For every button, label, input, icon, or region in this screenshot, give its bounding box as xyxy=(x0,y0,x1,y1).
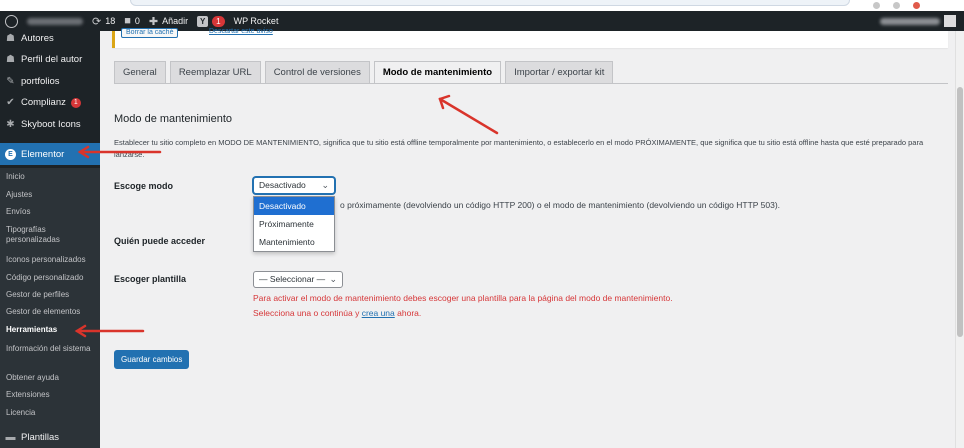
mode-select[interactable]: Desactivado ⌄ xyxy=(253,177,335,194)
tabs-divider xyxy=(114,83,948,84)
submenu-item-tipografias[interactable]: Tipografías personalizadas xyxy=(6,225,98,245)
updates-count: 18 xyxy=(105,16,116,26)
sidebar-item-label: Autores xyxy=(21,33,54,44)
sidebar-item-portfolios[interactable]: ✎ portfolios xyxy=(0,76,100,87)
template-select[interactable]: — Seleccionar — ⌄ xyxy=(253,271,343,288)
template-error-line1: Para activar el modo de mantenimiento de… xyxy=(253,293,673,303)
error-text: ahora. xyxy=(394,308,422,318)
comment-icon: ■ xyxy=(124,15,131,27)
create-template-link[interactable]: crea una xyxy=(362,308,395,318)
yoast-icon: Y xyxy=(197,15,209,27)
mode-help-text: o próximamente (devolviendo un código HT… xyxy=(340,200,781,210)
yoast-badge: 1 xyxy=(212,15,225,27)
elementor-submenu: Inicio Ajustes Envíos Tipografías person… xyxy=(0,168,100,448)
sidebar-item-plantillas[interactable]: ▬ Plantillas xyxy=(0,432,100,443)
wordpress-icon xyxy=(5,14,18,28)
add-new-label: Añadir xyxy=(162,16,189,26)
save-changes-button[interactable]: Guardar cambios xyxy=(114,350,190,369)
main-content: Borrar la caché Descartar este aviso Gen… xyxy=(100,28,955,448)
mode-option-proximamente[interactable]: Próximamente xyxy=(254,215,334,233)
submenu-item-iconos[interactable]: Iconos personalizados xyxy=(6,255,98,265)
mode-option-mantenimiento[interactable]: Mantenimiento xyxy=(254,233,334,251)
chevron-down-icon: ⌄ xyxy=(321,180,329,190)
section-description: Establecer tu sitio completo en MODO DE … xyxy=(114,138,924,159)
site-name-blurred xyxy=(27,17,83,25)
dismiss-notice-link[interactable]: Descartar este aviso xyxy=(209,28,273,35)
sidebar-item-autores[interactable]: ☗ Autores xyxy=(0,33,100,44)
users-icon: ☗ xyxy=(6,54,15,65)
sidebar-item-perfil-autor[interactable]: ☗ Perfil del autor xyxy=(0,54,100,65)
clear-cache-button[interactable]: Borrar la caché xyxy=(121,28,179,38)
settings-tabs: General Reemplazar URL Control de versio… xyxy=(114,61,614,84)
submenu-item-herramientas[interactable]: Herramientas xyxy=(6,325,98,335)
access-label: Quién puede acceder xyxy=(114,236,206,246)
sidebar-item-label: portfolios xyxy=(21,76,60,87)
submenu-item-licencia[interactable]: Licencia xyxy=(6,408,98,418)
sidebar-item-label: Perfil del autor xyxy=(21,54,83,65)
submenu-item-gestor-elementos[interactable]: Gestor de elementos xyxy=(6,307,98,317)
address-bar[interactable] xyxy=(130,0,850,6)
browser-icon[interactable] xyxy=(913,2,920,9)
section-title: Modo de mantenimiento xyxy=(114,113,233,125)
mode-dropdown: Desactivado Próximamente Mantenimiento xyxy=(253,196,335,252)
admin-sidebar: ☗ Autores ☗ Perfil del autor ✎ portfolios ✔… xyxy=(0,31,100,448)
user-menu[interactable] xyxy=(880,15,956,27)
submenu-item-envios[interactable]: Envíos xyxy=(6,207,98,217)
submenu-item-codigo[interactable]: Código personalizado xyxy=(6,273,98,283)
elementor-icon: E xyxy=(5,148,16,160)
error-text: Selecciona una o continúa y xyxy=(253,308,362,318)
chevron-down-icon: ⌄ xyxy=(329,274,337,284)
template-select-value: — Seleccionar — xyxy=(259,274,326,284)
tab-importar-exportar[interactable]: Importar / exportar kit xyxy=(505,61,614,84)
avatar xyxy=(944,15,956,27)
folder-icon: ▬ xyxy=(5,432,16,443)
sidebar-item-label: Complianz xyxy=(21,97,66,108)
mode-select-value: Desactivado xyxy=(259,180,306,190)
submenu-item-ayuda[interactable]: Obtener ayuda xyxy=(6,373,98,383)
mode-label: Escoge modo xyxy=(114,181,174,191)
wp-rocket-label: WP Rocket xyxy=(233,16,279,26)
cache-notice: Borrar la caché Descartar este aviso xyxy=(112,28,948,48)
browser-icon[interactable] xyxy=(893,2,900,9)
site-name-menu[interactable] xyxy=(27,11,83,31)
submenu-item-inicio[interactable]: Inicio xyxy=(6,172,98,182)
template-label: Escoger plantilla xyxy=(114,274,187,284)
sidebar-item-elementor[interactable]: E Elementor xyxy=(0,143,100,165)
tab-reemplazar-url[interactable]: Reemplazar URL xyxy=(169,61,261,84)
sidebar-item-skyboot[interactable]: ✱ Skyboot Icons xyxy=(0,119,100,130)
sidebar-item-label: Plantillas xyxy=(21,432,60,443)
users-icon: ☗ xyxy=(6,33,15,44)
submenu-item-informacion[interactable]: Información del sistema xyxy=(6,344,98,354)
check-icon: ✔ xyxy=(6,97,15,108)
sidebar-item-complianz[interactable]: ✔ Complianz 1 xyxy=(0,97,100,108)
template-error-line2: Selecciona una o continúa y crea una aho… xyxy=(253,308,421,318)
wp-logo-menu[interactable] xyxy=(0,11,18,31)
browser-top-strip xyxy=(0,0,964,11)
pin-icon: ✎ xyxy=(6,76,15,87)
tab-control-versiones[interactable]: Control de versiones xyxy=(264,61,370,84)
plus-icon: ✚ xyxy=(148,15,159,28)
sidebar-item-label: Elementor xyxy=(21,148,65,160)
submenu-item-gestor-perfiles[interactable]: Gestor de perfiles xyxy=(6,290,98,300)
browser-icon[interactable] xyxy=(873,2,880,9)
mode-option-desactivado[interactable]: Desactivado xyxy=(254,197,334,215)
updates-menu[interactable]: ⟳ 18 xyxy=(92,11,115,31)
user-name-blurred xyxy=(880,17,940,25)
complianz-badge: 1 xyxy=(70,97,81,108)
page-scrollbar[interactable] xyxy=(955,31,964,448)
comments-count: 0 xyxy=(134,16,140,26)
submenu-item-ajustes[interactable]: Ajustes xyxy=(6,190,98,200)
scrollbar-thumb[interactable] xyxy=(957,87,963,337)
tab-general[interactable]: General xyxy=(114,61,166,84)
submenu-item-extensiones[interactable]: Extensiones xyxy=(6,390,98,400)
refresh-icon: ⟳ xyxy=(92,15,102,28)
tab-modo-mantenimiento[interactable]: Modo de mantenimiento xyxy=(373,61,502,84)
gear-icon: ✱ xyxy=(6,119,15,130)
sidebar-item-label: Skyboot Icons xyxy=(21,119,81,130)
